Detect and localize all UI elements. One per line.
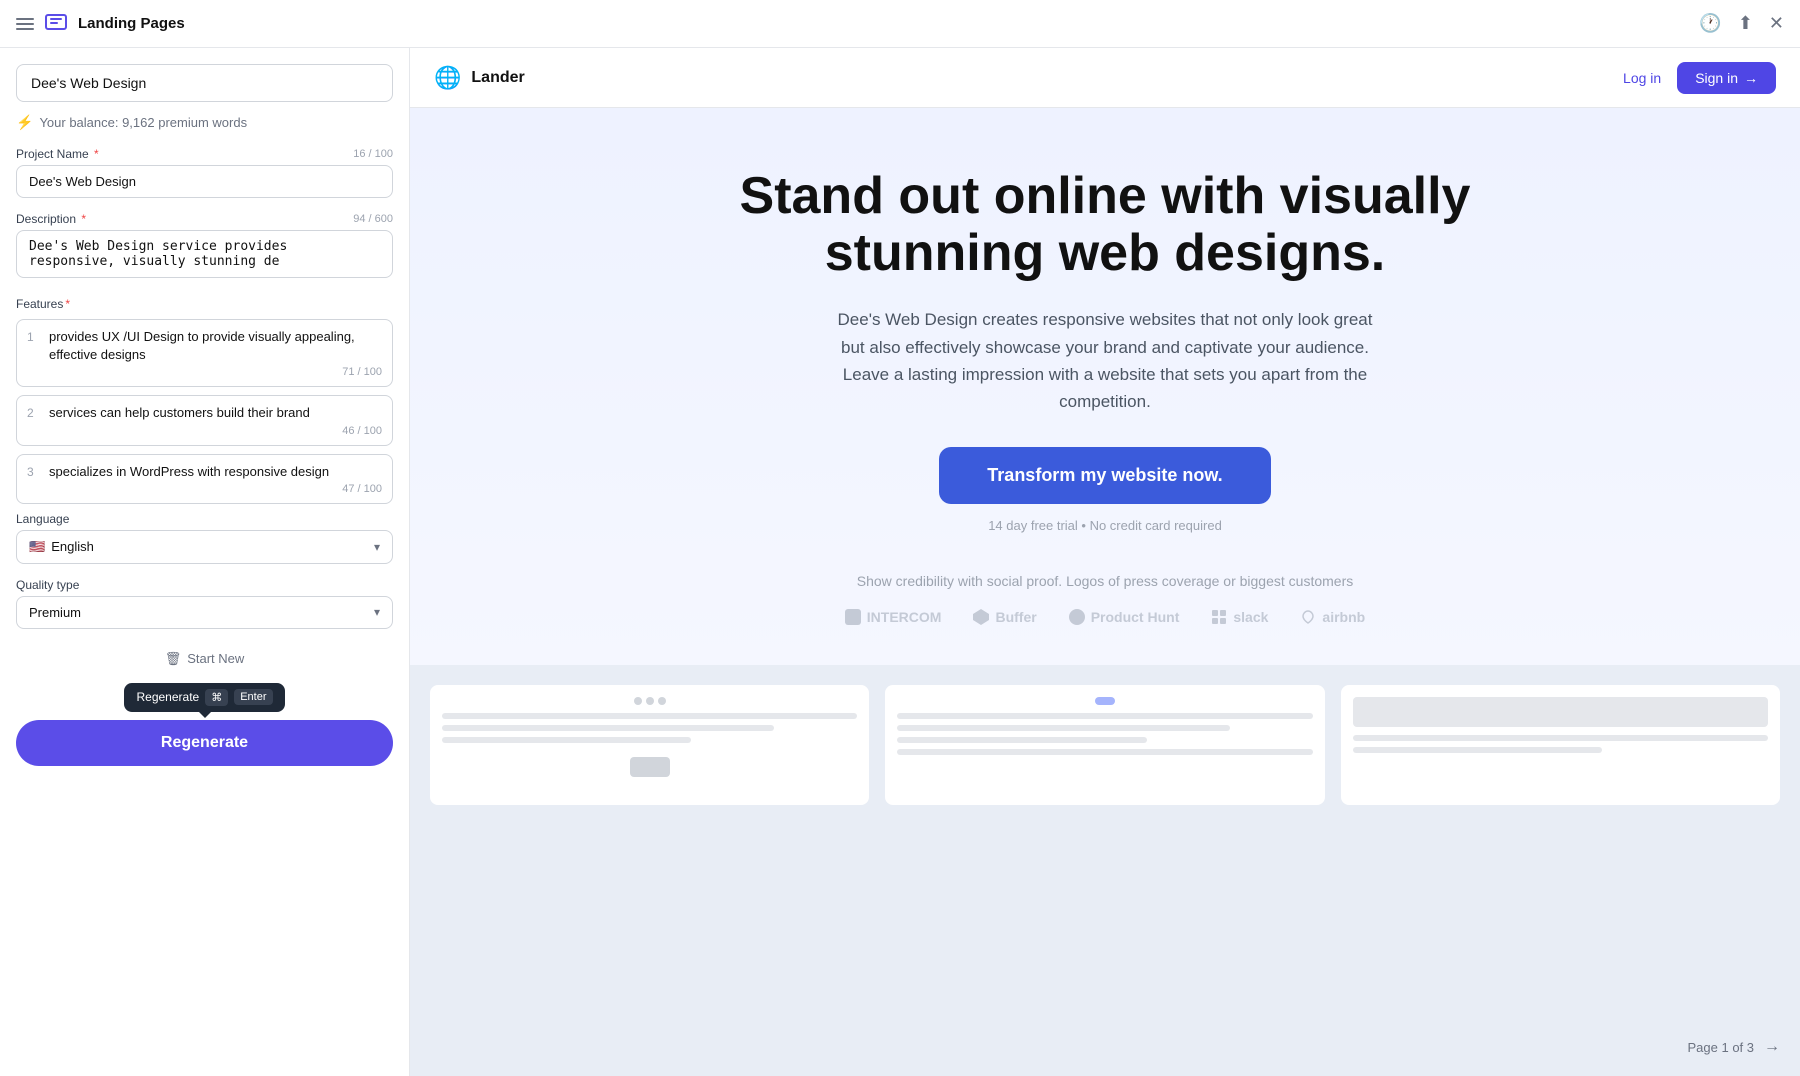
regenerate-button[interactable]: Regenerate	[16, 720, 393, 766]
project-name-display: Dee's Web Design	[16, 64, 393, 102]
close-icon[interactable]: ✕	[1769, 13, 1784, 34]
start-new-button[interactable]: 🗑 Start New	[16, 651, 393, 667]
project-name-input[interactable]	[16, 165, 393, 198]
signin-button[interactable]: Sign in →	[1677, 62, 1776, 94]
logo-slack: slack	[1211, 609, 1268, 625]
description-label: Description * 94 / 600	[16, 212, 393, 226]
page-nav: Page 1 of 3 →	[1688, 1038, 1781, 1056]
feature-item-1[interactable]: 1 provides UX /UI Design to provide visu…	[16, 319, 393, 387]
preview-strip: Page 1 of 3 →	[410, 665, 1800, 1076]
globe-icon: 🌐	[434, 65, 461, 91]
preview-card-1	[430, 685, 869, 805]
trash-icon: 🗑	[165, 651, 182, 667]
cmd-key: ⌘	[205, 689, 228, 706]
hero-section: Stand out online with visually stunning …	[410, 108, 1800, 665]
language-label: Language	[16, 512, 393, 526]
tooltip-wrap: Regenerate ⌘ Enter	[16, 683, 393, 712]
share-icon[interactable]: ⬆	[1738, 13, 1753, 34]
description-input[interactable]	[16, 230, 393, 278]
logos-row: INTERCOM Buffer Product Hunt slack airbn…	[450, 609, 1760, 625]
project-name-group: Project Name * 16 / 100	[16, 147, 393, 198]
left-panel: Dee's Web Design ⚡ Your balance: 9,162 p…	[0, 48, 410, 1076]
page-indicator: Page 1 of 3	[1688, 1040, 1755, 1055]
main-layout: Dee's Web Design ⚡ Your balance: 9,162 p…	[0, 48, 1800, 1076]
feature-item-3[interactable]: 3 specializes in WordPress with responsi…	[16, 454, 393, 504]
app-title: Landing Pages	[78, 15, 185, 32]
quality-type-value: Premium	[29, 605, 81, 620]
language-group: Language 🇺🇸 English ▾	[16, 512, 393, 564]
description-group: Description * 94 / 600	[16, 212, 393, 283]
logo-airbnb: airbnb	[1300, 609, 1365, 625]
quality-type-label: Quality type	[16, 578, 393, 592]
language-value: English	[51, 539, 94, 554]
language-flag: 🇺🇸	[29, 539, 45, 555]
chevron-down-icon-quality: ▾	[374, 605, 380, 619]
preview-card-2	[885, 685, 1324, 805]
balance-row: ⚡ Your balance: 9,162 premium words	[16, 114, 393, 131]
preview-card-3	[1341, 685, 1780, 805]
logo-icon	[44, 12, 68, 36]
hero-subtext: Dee's Web Design creates responsive webs…	[825, 306, 1385, 415]
language-select[interactable]: 🇺🇸 English ▾	[16, 530, 393, 564]
enter-key: Enter	[234, 689, 272, 705]
top-bar-right: 🕐 ⬆ ✕	[1699, 13, 1784, 34]
feature-item-2[interactable]: 2 services can help customers build thei…	[16, 395, 393, 445]
preview-nav: 🌐 Lander Log in Sign in →	[410, 48, 1800, 108]
login-link[interactable]: Log in	[1623, 70, 1661, 86]
regenerate-tooltip: Regenerate ⌘ Enter	[124, 683, 284, 712]
quality-type-group: Quality type Premium ▾	[16, 578, 393, 629]
clock-icon[interactable]: 🕐	[1699, 13, 1721, 34]
next-page-button[interactable]: →	[1764, 1038, 1780, 1056]
tooltip-arrow	[199, 712, 211, 718]
top-bar-left: Landing Pages	[16, 12, 185, 36]
site-name: Lander	[471, 69, 524, 87]
features-group: Features * 1 provides UX /UI Design to p…	[16, 297, 393, 512]
logo-producthunt: Product Hunt	[1069, 609, 1180, 625]
logo-intercom: INTERCOM	[845, 609, 942, 625]
features-label: Features *	[16, 297, 393, 311]
chevron-down-icon: ▾	[374, 540, 380, 554]
social-proof-text: Show credibility with social proof. Logo…	[450, 573, 1760, 589]
menu-icon[interactable]	[16, 18, 34, 30]
project-name-label: Project Name * 16 / 100	[16, 147, 393, 161]
balance-icon: ⚡	[16, 114, 33, 131]
hero-headline: Stand out online with visually stunning …	[705, 168, 1505, 282]
right-panel: 🌐 Lander Log in Sign in → Stand out onli…	[410, 48, 1800, 1076]
balance-text: Your balance: 9,162 premium words	[39, 115, 247, 130]
hero-cta-button[interactable]: Transform my website now.	[939, 447, 1270, 504]
top-bar: Landing Pages 🕐 ⬆ ✕	[0, 0, 1800, 48]
hero-disclaimer: 14 day free trial • No credit card requi…	[450, 518, 1760, 533]
logo-buffer: Buffer	[973, 609, 1036, 625]
quality-type-select[interactable]: Premium ▾	[16, 596, 393, 629]
